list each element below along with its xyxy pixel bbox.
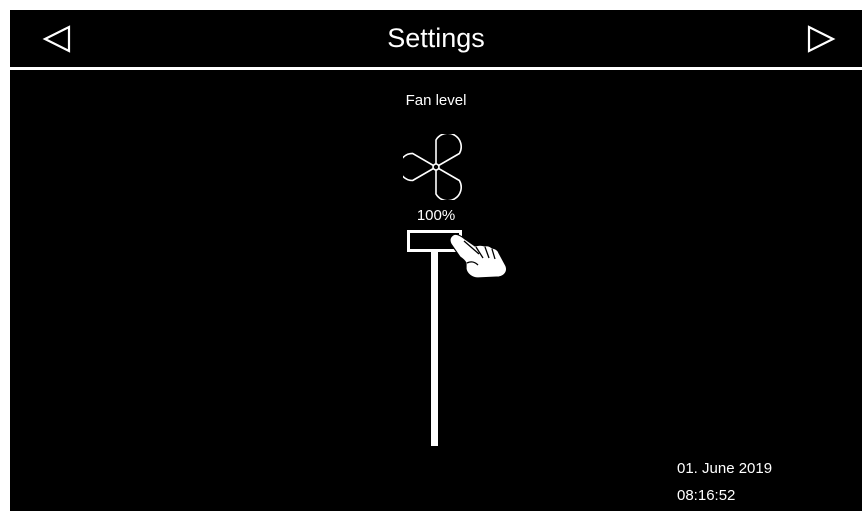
hand-pointer-icon <box>447 232 509 282</box>
page-title: Settings <box>387 23 485 53</box>
header-divider <box>10 67 862 70</box>
header-bar: Settings <box>10 10 862 67</box>
triangle-right-icon <box>807 25 836 53</box>
fan-icon <box>403 134 469 200</box>
settings-screen: Settings Fan level 100% 01. June 2019 08… <box>10 10 862 511</box>
fan-level-label: Fan level <box>405 92 467 109</box>
status-time: 08:16:52 <box>677 487 736 504</box>
next-page-button[interactable] <box>804 22 838 56</box>
status-date: 01. June 2019 <box>677 460 773 477</box>
fan-level-value: 100% <box>416 207 456 224</box>
slider-track <box>431 230 438 446</box>
